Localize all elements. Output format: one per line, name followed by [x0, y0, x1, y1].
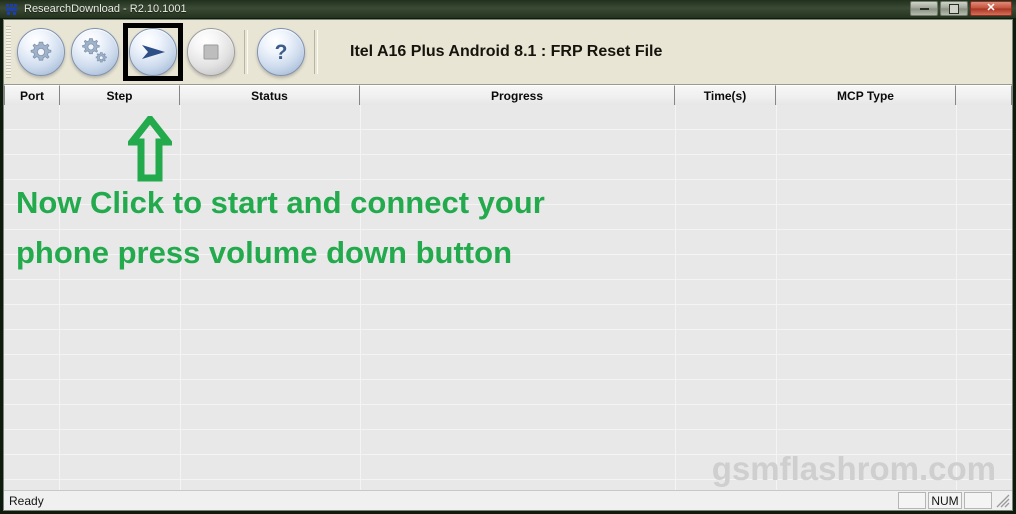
minimize-icon: [919, 7, 929, 10]
column-header-progress[interactable]: Progress: [360, 85, 675, 105]
column-header-port[interactable]: Port: [4, 85, 60, 105]
column-header-label: Step: [106, 88, 133, 103]
toolbar-separator-2: [314, 30, 318, 74]
status-panes: NUM: [898, 492, 1012, 510]
toolbar: ? Itel A16 Plus Android 8.1 : FRP Reset …: [4, 20, 1012, 85]
start-button[interactable]: [129, 28, 177, 76]
column-header-label: Time(s): [703, 88, 747, 103]
maximize-button[interactable]: [940, 1, 968, 16]
column-header-times[interactable]: Time(s): [675, 85, 776, 105]
window-title: ResearchDownload - R2.10.1001: [24, 3, 187, 15]
question-mark-icon: ?: [258, 29, 304, 75]
stop-square-icon: [188, 29, 234, 75]
advanced-settings-button[interactable]: [71, 28, 119, 76]
grid-header: Port Step Status Progress Time(s) MCP Ty…: [4, 85, 1012, 105]
resize-grip-icon[interactable]: [996, 494, 1010, 508]
start-button-highlight: [123, 23, 183, 81]
column-header-label: Progress: [490, 88, 544, 103]
app-icon: [5, 2, 19, 16]
close-button[interactable]: ✕: [970, 1, 1012, 16]
status-message: Ready: [9, 493, 44, 508]
file-title: Itel A16 Plus Android 8.1 : FRP Reset Fi…: [350, 43, 663, 60]
client-area: ? Itel A16 Plus Android 8.1 : FRP Reset …: [3, 19, 1013, 511]
gear-icon: [18, 29, 64, 75]
window-controls: ✕: [910, 1, 1012, 16]
toolbar-separator: [244, 30, 248, 74]
grid-column-lines: [4, 105, 1012, 490]
title-bar: ResearchDownload - R2.10.1001 ✕: [0, 0, 1016, 18]
help-button[interactable]: ?: [257, 28, 305, 76]
column-header-step[interactable]: Step: [60, 85, 180, 105]
toolbar-grip[interactable]: [6, 26, 11, 78]
grid-row-lines: [4, 105, 1012, 490]
status-pane-left: [898, 492, 926, 509]
svg-text:?: ?: [275, 41, 288, 64]
stop-button[interactable]: [187, 28, 235, 76]
column-header-filler[interactable]: [956, 85, 1012, 105]
status-bar: Ready NUM: [4, 490, 1012, 510]
column-header-label: MCP Type: [837, 88, 894, 103]
research-download-window: ResearchDownload - R2.10.1001 ✕ ? Itel A…: [0, 0, 1016, 514]
device-grid[interactable]: [4, 105, 1012, 490]
close-icon: ✕: [986, 2, 996, 14]
minimize-button[interactable]: [910, 1, 938, 16]
status-pane-num: NUM: [928, 492, 962, 509]
column-header-status[interactable]: Status: [180, 85, 360, 105]
double-gear-icon: [72, 29, 118, 75]
play-arrow-icon: [130, 29, 176, 75]
column-header-label: Status: [251, 88, 288, 103]
settings-button[interactable]: [17, 28, 65, 76]
maximize-icon: [949, 3, 959, 14]
column-header-label: Port: [20, 88, 44, 103]
column-header-mcp-type[interactable]: MCP Type: [776, 85, 956, 105]
status-pane-right: [964, 492, 992, 509]
